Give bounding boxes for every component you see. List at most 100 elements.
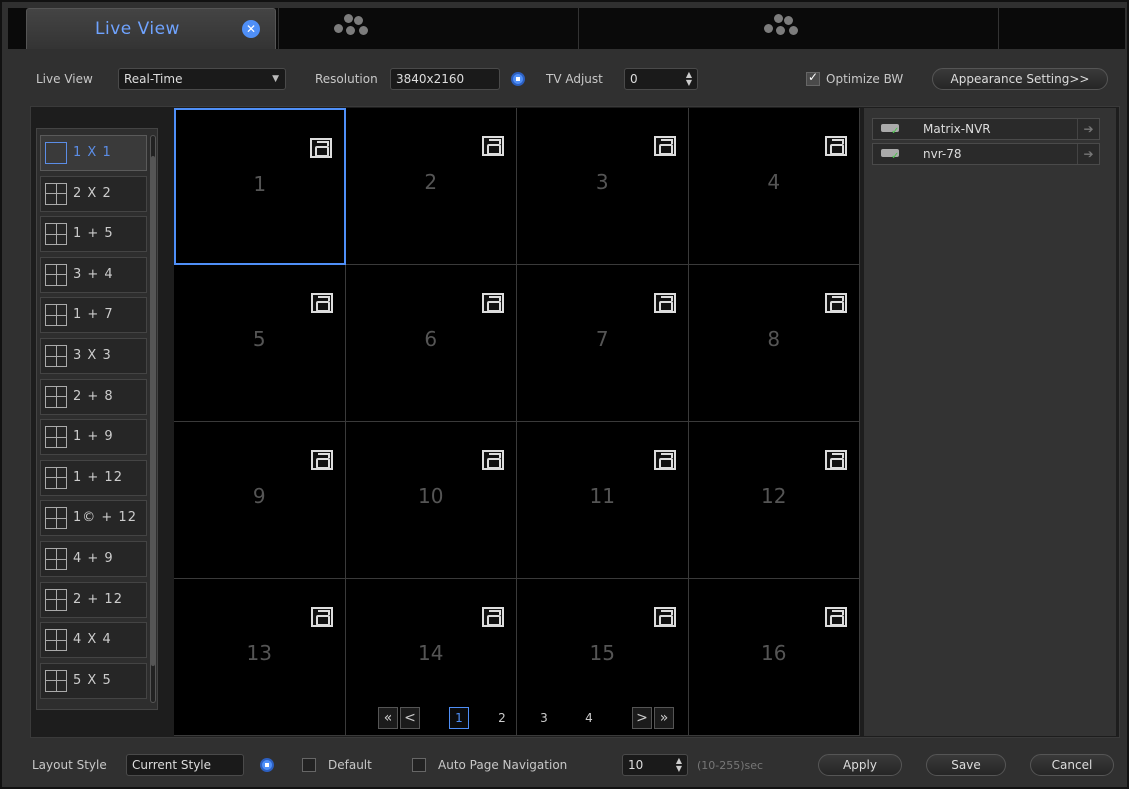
layout-option-label: 1 + 9 xyxy=(73,429,114,445)
prev-page-button[interactable]: < xyxy=(400,707,420,729)
camera-cell[interactable]: 10 xyxy=(345,422,517,579)
tab-live-view[interactable]: Live View ✕ xyxy=(26,8,276,49)
camera-cell[interactable]: 13 xyxy=(174,579,346,736)
auto-page-checkbox[interactable] xyxy=(412,758,426,772)
camera-group-icon[interactable] xyxy=(653,293,676,313)
stepper-arrows-icon[interactable]: ▲ ▼ xyxy=(684,71,694,87)
tab-empty-slot[interactable] xyxy=(578,8,998,49)
appearance-setting-button[interactable]: Appearance Setting>> xyxy=(932,68,1108,90)
camera-cell-number: 11 xyxy=(589,484,615,508)
camera-cell[interactable]: 12 xyxy=(688,422,860,579)
layout-option-label: 4 + 9 xyxy=(73,551,114,566)
device-item[interactable]: nvr-78 ➔ xyxy=(872,143,1100,165)
camera-group-icon[interactable] xyxy=(653,450,676,470)
layout-option[interactable]: 4 X 4 xyxy=(40,622,147,659)
camera-cell[interactable]: 2 xyxy=(345,108,517,265)
layout-grid-icon xyxy=(45,669,67,692)
optimize-bw-label: Optimize BW xyxy=(826,72,904,86)
camera-group-icon[interactable] xyxy=(482,450,504,470)
camera-cell[interactable]: 6 xyxy=(345,265,517,422)
layout-option[interactable]: 2 + 12 xyxy=(40,581,147,618)
live-view-value: Real-Time xyxy=(124,72,183,86)
layout-option[interactable]: 1 + 5 xyxy=(40,216,147,253)
layout-grid-icon xyxy=(45,304,67,327)
layout-option[interactable]: 1 + 9 xyxy=(40,419,147,456)
layout-option[interactable]: 3 X 3 xyxy=(40,338,147,374)
layout-option[interactable]: 1 + 12 xyxy=(40,459,147,496)
camera-group-icon[interactable] xyxy=(825,607,847,627)
page-3-button[interactable]: 3 xyxy=(534,707,554,729)
tv-adjust-stepper[interactable]: 0 ▲ ▼ xyxy=(624,68,698,90)
layout-grid-icon xyxy=(45,548,67,570)
resolution-value: 3840x2160 xyxy=(396,72,465,86)
layout-option[interactable]: 1 + 7 xyxy=(40,297,147,334)
save-button[interactable]: Save xyxy=(926,754,1006,776)
layout-style-info-icon[interactable] xyxy=(260,758,274,772)
layout-option[interactable]: 2 + 8 xyxy=(40,378,147,415)
layout-option-label: 2 + 12 xyxy=(73,591,123,607)
tab-empty-slot[interactable] xyxy=(278,8,578,49)
layout-option[interactable]: 1© + 12 xyxy=(40,500,147,537)
camera-group-icon[interactable] xyxy=(482,607,504,627)
resolution-info-icon[interactable] xyxy=(511,72,525,86)
page-4-button[interactable]: 4 xyxy=(579,707,599,729)
camera-group-icon[interactable] xyxy=(825,293,847,313)
layout-list-scrollbar[interactable] xyxy=(150,135,156,703)
camera-cell-number: 13 xyxy=(246,641,272,665)
camera-cell[interactable]: 4 xyxy=(688,108,860,265)
next-page-button[interactable]: > xyxy=(632,707,652,729)
tv-adjust-value: 0 xyxy=(630,72,638,86)
layout-option-label: 3 X 3 xyxy=(73,348,112,363)
layout-grid-icon xyxy=(45,466,67,489)
arrow-right-icon[interactable]: ➔ xyxy=(1077,144,1099,164)
camera-group-icon[interactable] xyxy=(310,293,333,313)
camera-cell[interactable]: 9 xyxy=(174,422,346,579)
camera-cell[interactable]: 5 xyxy=(174,265,346,422)
layout-grid-icon xyxy=(45,426,67,449)
optimize-bw-checkbox[interactable] xyxy=(806,70,820,86)
camera-group-icon[interactable] xyxy=(653,607,676,627)
camera-cell[interactable]: 1 xyxy=(174,108,346,265)
tab-empty-slot[interactable] xyxy=(998,8,1125,49)
camera-group-icon[interactable] xyxy=(310,450,333,470)
camera-group-icon[interactable] xyxy=(482,293,504,313)
layout-option[interactable]: 4 + 9 xyxy=(40,541,147,577)
resolution-field[interactable]: 3840x2160 xyxy=(390,68,500,90)
camera-group-icon[interactable] xyxy=(310,607,333,627)
camera-group-icon[interactable] xyxy=(482,136,504,156)
arrow-right-icon[interactable]: ➔ xyxy=(1077,119,1099,139)
camera-group-icon[interactable] xyxy=(653,136,676,156)
layout-style-value: Current Style xyxy=(132,758,212,772)
live-view-select[interactable]: Real-Time ▼ xyxy=(118,68,286,90)
close-tab-icon[interactable]: ✕ xyxy=(242,20,260,38)
stepper-arrows-icon[interactable]: ▲ ▼ xyxy=(674,757,684,773)
device-item[interactable]: Matrix-NVR ➔ xyxy=(872,118,1100,140)
camera-cell[interactable]: 11 xyxy=(517,422,689,579)
layout-option[interactable]: 5 X 5 xyxy=(40,662,147,699)
layout-option[interactable]: 3 + 4 xyxy=(40,256,147,293)
device-name: nvr-78 xyxy=(923,147,962,161)
default-checkbox[interactable] xyxy=(302,758,316,772)
camera-cell-number: 15 xyxy=(589,641,615,665)
camera-group-icon[interactable] xyxy=(825,450,847,470)
scrollbar-thumb[interactable] xyxy=(151,156,155,666)
apply-button[interactable]: Apply xyxy=(818,754,902,776)
nvr-online-icon xyxy=(881,124,899,137)
last-page-button[interactable]: » xyxy=(654,707,674,729)
camera-group-icon[interactable] xyxy=(309,138,332,158)
first-page-button[interactable]: « xyxy=(378,707,398,729)
layout-option[interactable]: 2 X 2 xyxy=(40,175,147,212)
page-1-button[interactable]: 1 xyxy=(449,707,469,729)
camera-cell[interactable]: 3 xyxy=(517,108,689,265)
camera-grid: 1 2 3 4 5 6 7 8 9 10 11 12 13 14 15 16 xyxy=(174,108,860,736)
layout-style-field[interactable]: Current Style xyxy=(126,754,244,776)
camera-cell[interactable]: 7 xyxy=(517,265,689,422)
cancel-button[interactable]: Cancel xyxy=(1030,754,1114,776)
toolbar: Live View Real-Time ▼ Resolution 3840x21… xyxy=(30,68,1120,96)
auto-page-interval-stepper[interactable]: 10 ▲ ▼ xyxy=(622,754,688,776)
camera-group-icon[interactable] xyxy=(825,136,847,156)
layout-option[interactable]: 1 X 1 xyxy=(40,135,147,171)
camera-cell[interactable]: 8 xyxy=(688,265,860,422)
camera-cell[interactable]: 16 xyxy=(688,579,860,736)
page-2-button[interactable]: 2 xyxy=(492,707,512,729)
